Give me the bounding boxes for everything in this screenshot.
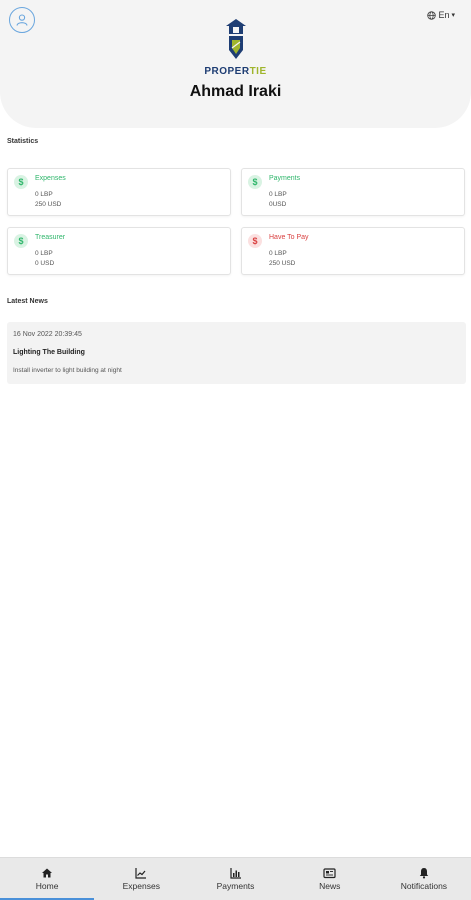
dollar-icon: $ xyxy=(14,175,28,189)
stat-label: Expenses xyxy=(35,175,66,182)
news-item[interactable]: 16 Nov 2022 20:39:45 Lighting The Buildi… xyxy=(7,322,466,384)
trend-chart-icon xyxy=(135,868,147,879)
bell-icon xyxy=(419,868,429,879)
dollar-icon: $ xyxy=(14,234,28,248)
stat-card-expenses[interactable]: $ Expenses 0 LBP 250 USD xyxy=(7,168,231,216)
home-icon xyxy=(42,868,53,878)
latest-news-title: Latest News xyxy=(7,298,48,305)
stat-card-have-to-pay[interactable]: $ Have To Pay 0 LBP 250 USD xyxy=(241,227,465,275)
stat-value-usd: 0USD xyxy=(269,201,287,208)
nav-news[interactable]: News xyxy=(283,858,377,900)
propertie-logo xyxy=(225,19,246,59)
brand-name: PROPERTIE xyxy=(204,66,267,77)
nav-label: Home xyxy=(35,881,59,891)
newspaper-icon xyxy=(323,868,336,879)
stat-value-lbp: 0 LBP xyxy=(269,191,287,198)
nav-label: News xyxy=(319,881,341,891)
nav-expenses[interactable]: Expenses xyxy=(94,858,188,900)
nav-notifications[interactable]: Notifications xyxy=(377,858,471,900)
user-name: Ahmad Iraki xyxy=(189,83,282,100)
statistics-title: Statistics xyxy=(7,138,39,145)
stat-card-payments[interactable]: $ Payments 0 LBP 0USD xyxy=(241,168,465,216)
stat-value-usd: 250 USD xyxy=(269,260,296,267)
header: En ▾ PROPERTIE Ahmad Iraki xyxy=(0,0,471,128)
stat-label: Have To Pay xyxy=(269,234,309,241)
stat-label: Treasurer xyxy=(35,234,66,241)
nav-payments[interactable]: Payments xyxy=(188,858,282,900)
news-title: Lighting The Building xyxy=(13,349,85,356)
stat-value-lbp: 0 LBP xyxy=(35,250,53,257)
stat-card-treasurer[interactable]: $ Treasurer 0 LBP 0 USD xyxy=(7,227,231,275)
stat-value-usd: 250 USD xyxy=(35,201,62,208)
stat-value-usd: 0 USD xyxy=(35,260,55,267)
nav-home[interactable]: Home xyxy=(0,858,95,900)
dollar-icon: $ xyxy=(248,175,262,189)
dollar-icon: $ xyxy=(248,234,262,248)
stat-label: Payments xyxy=(269,175,301,182)
news-description: Install inverter to light building at ni… xyxy=(13,367,122,374)
nav-label: Payments xyxy=(216,881,255,891)
nav-label: Notifications xyxy=(400,881,448,891)
bar-chart-icon xyxy=(229,868,241,879)
nav-label: Expenses xyxy=(122,881,160,891)
news-date: 16 Nov 2022 20:39:45 xyxy=(13,331,82,338)
bottom-navigation: Home Expenses Payments News Notification… xyxy=(0,857,471,900)
stat-value-lbp: 0 LBP xyxy=(269,250,287,257)
stat-value-lbp: 0 LBP xyxy=(35,191,53,198)
